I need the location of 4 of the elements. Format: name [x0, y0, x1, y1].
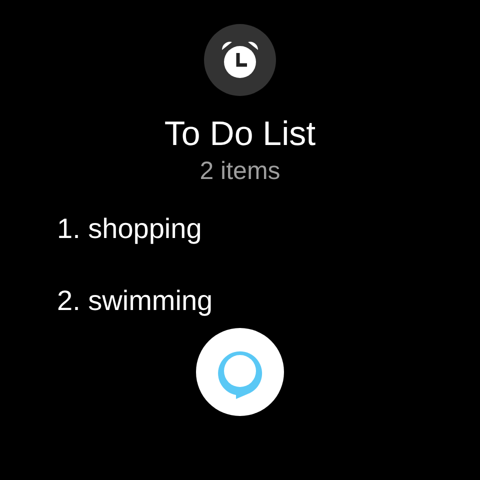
list-item[interactable]: 1. shopping	[57, 212, 202, 246]
title: To Do List	[164, 114, 316, 154]
subtitle: 2 items	[200, 156, 280, 186]
list-item[interactable]: 2. swimming	[57, 284, 213, 318]
